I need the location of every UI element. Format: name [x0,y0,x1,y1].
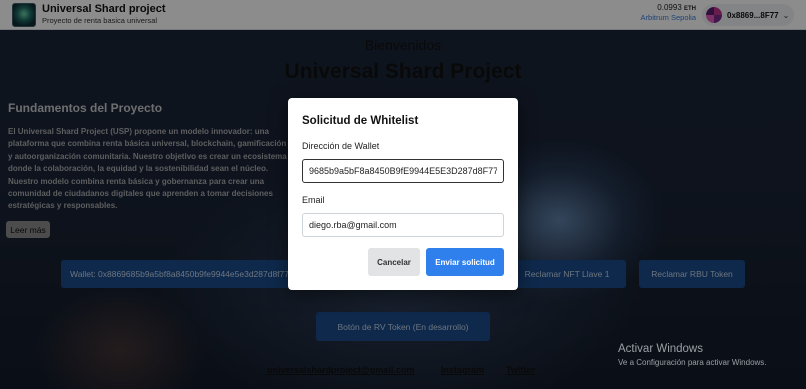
whitelist-modal: Solicitud de Whitelist Dirección de Wall… [288,98,518,290]
wallet-address-label: Dirección de Wallet [302,141,380,151]
windows-activation-title: Activar Windows [618,343,703,355]
windows-activation-text: Ve a Configuración para activar Windows. [618,358,767,367]
email-label: Email [302,195,325,205]
modal-title: Solicitud de Whitelist [302,115,419,127]
wallet-address-input[interactable] [302,159,504,183]
cancel-button[interactable]: Cancelar [368,248,420,276]
submit-request-button[interactable]: Enviar solicitud [426,248,504,276]
email-input[interactable] [302,213,504,237]
